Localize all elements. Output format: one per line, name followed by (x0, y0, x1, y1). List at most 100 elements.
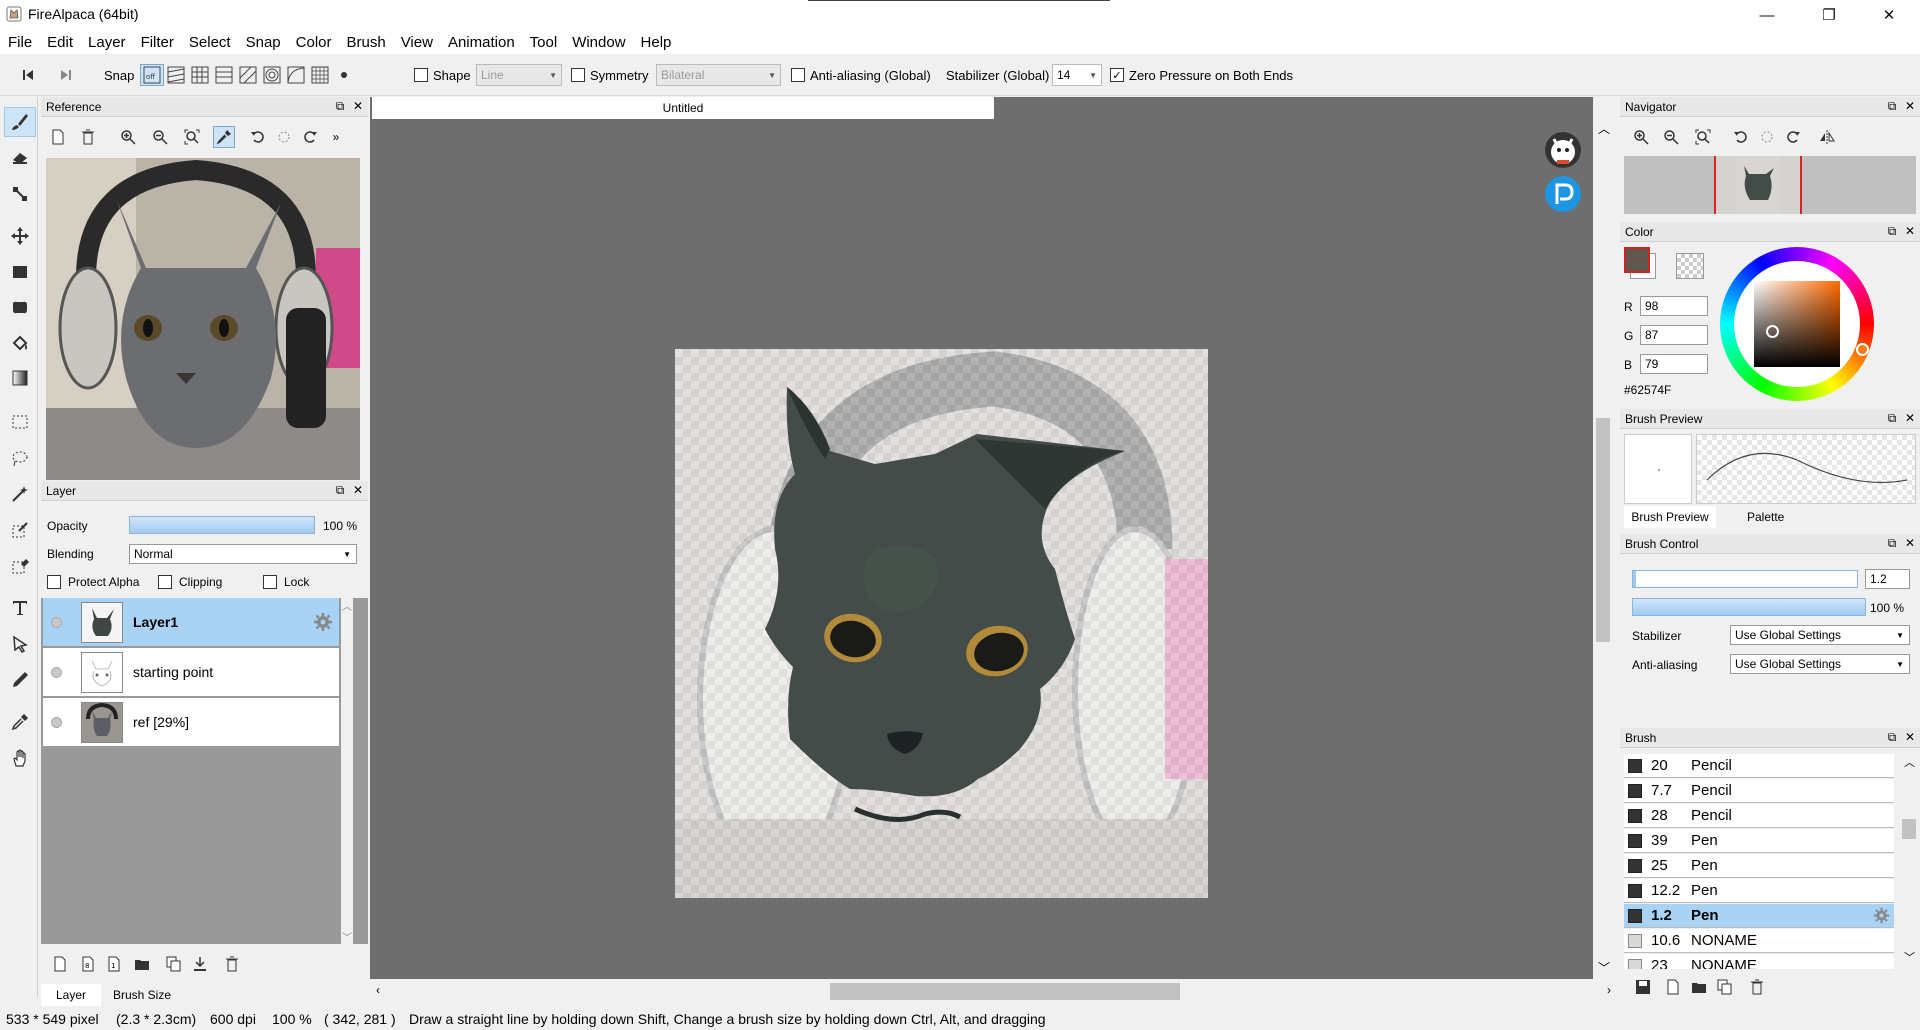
horizontal-scroll-thumb[interactable] (830, 983, 1180, 1000)
antialias-toggle[interactable]: Anti-aliasing (Global) (791, 64, 931, 86)
g-input[interactable]: 87 (1640, 325, 1708, 345)
brush-item[interactable]: 39 Pen (1624, 829, 1894, 853)
text-tool[interactable] (4, 593, 36, 623)
menu-view[interactable]: View (401, 34, 433, 51)
scroll-up-icon[interactable]: ︿ (1904, 754, 1915, 770)
firealpaca-mascot-icon[interactable] (1544, 131, 1582, 169)
antialias-checkbox[interactable] (791, 68, 805, 82)
visibility-toggle[interactable] (51, 617, 62, 628)
delete-layer-button[interactable] (221, 953, 243, 975)
ref-fit-button[interactable] (181, 126, 203, 148)
brush-item[interactable]: 25 Pen (1624, 854, 1894, 878)
pen-tool[interactable] (4, 665, 36, 695)
hand-tool[interactable] (4, 743, 36, 773)
ref-zoom-in-button[interactable] (117, 126, 139, 148)
scroll-down-icon[interactable]: ﹀ (1598, 959, 1610, 976)
close-icon[interactable]: ✕ (352, 99, 364, 114)
menu-file[interactable]: File (8, 34, 32, 51)
magic-wand-tool[interactable] (4, 479, 36, 509)
rectangle-fill-tool[interactable] (4, 257, 36, 287)
brush-item[interactable]: 23 NONAME (1624, 954, 1894, 969)
operation-tool[interactable] (4, 629, 36, 659)
brush-item-selected[interactable]: 1.2 Pen (1624, 904, 1894, 928)
ref-new-button[interactable] (47, 126, 69, 148)
symmetry-toggle[interactable]: Symmetry (571, 64, 649, 86)
undock-icon[interactable]: ⧉ (1886, 730, 1898, 745)
ref-delete-button[interactable] (77, 126, 99, 148)
menu-window[interactable]: Window (572, 34, 625, 51)
document-tab[interactable]: Untitled (372, 97, 994, 119)
shape-select[interactable]: Line ▼ (476, 64, 562, 86)
menu-layer[interactable]: Layer (88, 34, 126, 51)
pixiv-icon[interactable] (1544, 175, 1582, 213)
brush-antialias-select[interactable]: Use Global Settings ▼ (1730, 654, 1910, 674)
fill-tool[interactable] (4, 293, 36, 323)
merge-down-button[interactable] (189, 953, 211, 975)
b-input[interactable]: 79 (1640, 354, 1708, 374)
gear-icon[interactable] (1873, 907, 1890, 924)
nav-fit-button[interactable] (1692, 126, 1714, 148)
scroll-up-icon[interactable]: ︿ (342, 598, 352, 613)
tab-brush-preview[interactable]: Brush Preview (1624, 506, 1716, 528)
undock-icon[interactable]: ⧉ (334, 483, 346, 498)
brush-item[interactable]: 10.6 NONAME (1624, 929, 1894, 953)
undock-icon[interactable]: ⧉ (1886, 224, 1898, 239)
undock-icon[interactable]: ⧉ (334, 99, 346, 114)
brush-size-input[interactable]: 1.2 (1865, 569, 1910, 589)
close-icon[interactable]: ✕ (1904, 730, 1916, 745)
new-1bit-layer-button[interactable]: 1 (103, 953, 125, 975)
ref-rotate-right-button[interactable] (299, 126, 321, 148)
snap-settings-button[interactable] (332, 64, 356, 86)
layer-scrollbar[interactable]: ︿ ﹀ (341, 598, 353, 944)
snap-diagonal-button[interactable] (236, 64, 260, 86)
new-brush-button[interactable] (1662, 976, 1684, 998)
hue-picker-handle[interactable] (1856, 343, 1869, 356)
select-eraser-tool[interactable] (4, 551, 36, 581)
snap-parallel-button[interactable] (164, 64, 188, 86)
brush-item[interactable]: 28 Pencil (1624, 804, 1894, 828)
save-brush-button[interactable] (1632, 976, 1654, 998)
layer-opacity-slider[interactable] (129, 516, 315, 534)
ref-rotate-left-button[interactable] (247, 126, 269, 148)
menu-tool[interactable]: Tool (530, 34, 558, 51)
scroll-right-icon[interactable]: › (1607, 983, 1611, 997)
brush-stabilizer-select[interactable]: Use Global Settings ▼ (1730, 625, 1910, 645)
minimize-button[interactable]: — (1744, 0, 1790, 30)
lock-checkbox[interactable] (263, 575, 277, 589)
tab-brush-size[interactable]: Brush Size (113, 988, 171, 1002)
canvas-horizontal-scrollbar[interactable]: ‹ › (370, 979, 1611, 1004)
sv-picker-handle[interactable] (1766, 325, 1779, 338)
nav-rotate-left-button[interactable] (1730, 126, 1752, 148)
menu-select[interactable]: Select (189, 34, 231, 51)
navigator-viewport[interactable] (1714, 156, 1802, 214)
close-icon[interactable]: ✕ (1904, 99, 1916, 114)
layer-row[interactable]: Layer1 (43, 598, 339, 647)
layer-row[interactable]: starting point (43, 648, 339, 697)
r-input[interactable]: 98 (1640, 296, 1708, 316)
bucket-tool[interactable] (4, 329, 36, 359)
brush-item[interactable]: 20 Pencil (1624, 754, 1894, 778)
brush-scroll-thumb[interactable] (1902, 819, 1916, 839)
navigator-preview[interactable] (1624, 156, 1916, 214)
canvas-vertical-scrollbar[interactable]: ︿ ﹀ (1593, 118, 1613, 978)
symmetry-checkbox[interactable] (571, 68, 585, 82)
undock-icon[interactable]: ⧉ (1886, 99, 1898, 114)
nav-flip-button[interactable] (1816, 126, 1838, 148)
undock-icon[interactable]: ⧉ (1886, 536, 1898, 551)
brush-list-scrollbar[interactable]: ︿ ﹀ (1898, 749, 1918, 969)
select-pen-tool[interactable] (4, 515, 36, 545)
close-icon[interactable]: ✕ (1904, 536, 1916, 551)
brush-tool[interactable] (4, 107, 36, 137)
new-layer-button[interactable] (49, 953, 71, 975)
duplicate-brush-button[interactable] (1714, 976, 1736, 998)
brush-size-slider[interactable] (1632, 570, 1858, 588)
ref-eyedropper-button[interactable] (213, 126, 235, 148)
clipping-checkbox[interactable] (158, 575, 172, 589)
primary-color-swatch[interactable] (1624, 247, 1650, 273)
protect-alpha-checkbox[interactable] (47, 575, 61, 589)
snap-horizontal-button[interactable] (212, 64, 236, 86)
hue-wheel[interactable] (1720, 247, 1874, 401)
close-icon[interactable]: ✕ (1904, 411, 1916, 426)
menu-help[interactable]: Help (641, 34, 672, 51)
snap-perspective-button[interactable] (308, 64, 332, 86)
